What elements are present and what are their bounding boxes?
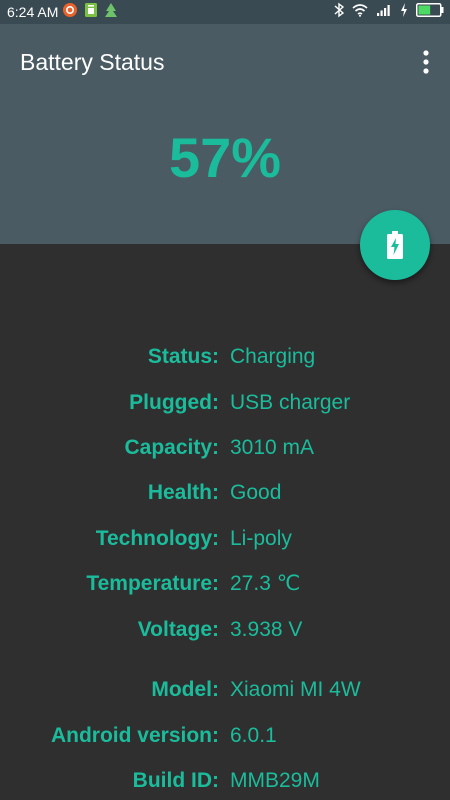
info-value: 3.938 V bbox=[230, 618, 303, 641]
info-label: Voltage: bbox=[137, 618, 219, 641]
info-value: MMB29M bbox=[230, 769, 320, 792]
info-value: 27.3 ℃ bbox=[230, 572, 301, 595]
battery-icon bbox=[416, 2, 444, 22]
info-value: Good bbox=[230, 481, 282, 504]
status-time: 6:24 AM bbox=[7, 4, 59, 20]
info-value: Li-poly bbox=[230, 527, 292, 550]
info-row-voltage: Voltage: 3.938 V bbox=[0, 615, 450, 645]
page-title: Battery Status bbox=[20, 49, 165, 75]
info-label: Android version: bbox=[50, 724, 219, 747]
overflow-menu-button[interactable] bbox=[414, 46, 438, 78]
info-row-technology: Technology: Li-poly bbox=[0, 524, 450, 554]
info-value: USB charger bbox=[230, 391, 351, 414]
info-value: Xiaomi MI 4W bbox=[230, 678, 361, 701]
info-value: 6.0.1 bbox=[230, 724, 277, 747]
wifi-icon bbox=[352, 3, 368, 22]
sim-icon bbox=[84, 2, 98, 23]
charging-icon bbox=[400, 2, 408, 22]
info-label: Temperature: bbox=[86, 572, 219, 595]
status-left-icons bbox=[62, 2, 118, 23]
info-row-temperature: Temperature: 27.3 ℃ bbox=[0, 569, 450, 599]
battery-percentage: 57% bbox=[168, 126, 282, 189]
info-value: 3010 mA bbox=[230, 436, 315, 459]
more-vert-icon bbox=[423, 50, 429, 74]
tree-icon bbox=[104, 2, 118, 23]
app-notification-icon bbox=[62, 2, 78, 23]
battery-charging-icon bbox=[387, 231, 403, 259]
info-label: Health: bbox=[147, 481, 219, 504]
info-label: Status: bbox=[147, 345, 219, 368]
info-row-model: Model: Xiaomi MI 4W bbox=[0, 675, 450, 705]
info-label: Build ID: bbox=[132, 769, 219, 792]
info-label: Technology: bbox=[95, 527, 219, 550]
info-row-build-id: Build ID: MMB29M bbox=[0, 766, 450, 796]
status-right-icons bbox=[334, 2, 444, 23]
info-row-android-version: Android version: 6.0.1 bbox=[0, 721, 450, 751]
bluetooth-icon bbox=[334, 2, 345, 23]
status-bar: 6:24 AM bbox=[0, 0, 450, 24]
info-row-plugged: Plugged: USB charger bbox=[0, 388, 450, 418]
info-label: Capacity: bbox=[124, 436, 219, 459]
info-label: Model: bbox=[151, 678, 219, 701]
info-row-health: Health: Good bbox=[0, 478, 450, 508]
info-row-status: Status: Charging bbox=[0, 342, 450, 372]
info-label: Plugged: bbox=[129, 391, 219, 414]
info-value: Charging bbox=[230, 345, 316, 368]
info-row-capacity: Capacity: 3010 mA bbox=[0, 433, 450, 463]
signal-icon bbox=[376, 3, 392, 22]
battery-fab-button[interactable] bbox=[360, 210, 430, 280]
